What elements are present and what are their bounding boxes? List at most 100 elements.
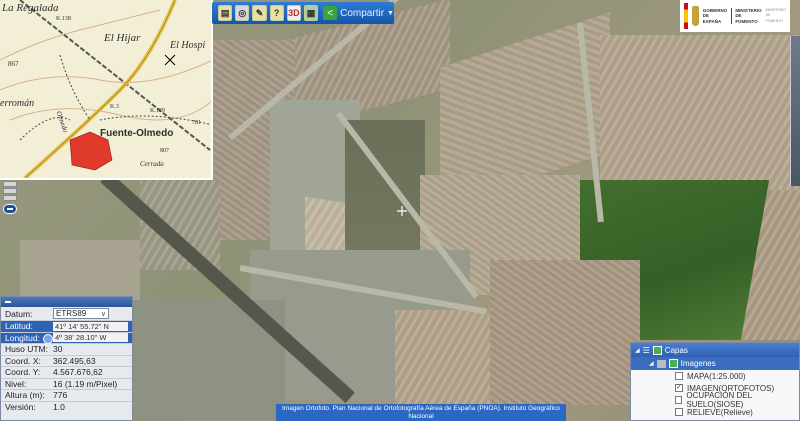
inset-label: K.138 xyxy=(56,16,71,22)
layer-group-label: Imagenes xyxy=(680,359,716,368)
zoom-step[interactable] xyxy=(3,195,17,201)
datum-label: Datum: xyxy=(5,308,33,319)
inset-label: 807 xyxy=(160,148,169,154)
layer-group-icon xyxy=(652,345,662,355)
version-row: Versión: 1.0 xyxy=(1,402,132,414)
home-button[interactable]: ◎ xyxy=(235,5,250,21)
coat-of-arms-icon xyxy=(691,6,699,26)
printer-icon: ▦ xyxy=(306,7,316,18)
datum-value: ETRS89 xyxy=(56,309,87,318)
share-label: Compartir xyxy=(340,7,385,19)
measure-button[interactable]: ✎ xyxy=(252,5,267,21)
inset-label: K.129 xyxy=(150,108,165,114)
version-value: 1.0 xyxy=(53,402,65,413)
info-button[interactable]: ? xyxy=(269,5,284,21)
latitude-label: Latitud: xyxy=(5,321,33,332)
top-toolbar: ▤ ◎ ✎ ? 3D ▦ < Compartir ▼ xyxy=(212,2,394,24)
share-button[interactable]: < Compartir ▼ xyxy=(323,6,394,20)
attribution-line: Imagen Ortofoto. Plan Nacional de Ortofo… xyxy=(282,405,560,412)
chevron-down-icon: ∨ xyxy=(100,310,106,318)
coords-header xyxy=(1,297,132,307)
latitude-row: Latitud: 41º 14' 55.72" N xyxy=(1,321,132,333)
zoom-slider[interactable] xyxy=(3,181,17,215)
latitude-value: 41º 14' 55.72" N xyxy=(53,321,128,331)
inset-label: Cerrada xyxy=(140,160,164,168)
datum-select[interactable]: ETRS89 ∨ xyxy=(53,308,109,319)
folder-icon xyxy=(656,359,666,368)
3d-icon: 3D xyxy=(288,8,300,18)
inset-label: El Hospi xyxy=(170,40,206,51)
datum-row: Datum: ETRS89 ∨ xyxy=(1,307,132,321)
logo-text-2: MINISTERIO DE FOMENTO xyxy=(731,7,762,25)
topo-lines xyxy=(0,0,211,178)
3d-button[interactable]: 3D xyxy=(286,5,301,21)
inset-topo-map[interactable]: La Regalada K.138 El Hijar El Hospi 867 … xyxy=(0,0,213,180)
side-panel-tab[interactable] xyxy=(790,36,800,186)
layers-button[interactable]: ▤ xyxy=(218,5,233,21)
map-field xyxy=(395,310,505,405)
coord-y-value: 4.567.676,62 xyxy=(53,367,103,378)
layer-item[interactable]: MAPA(1:25.000) xyxy=(631,370,799,382)
layer-label: MAPA(1:25.000) xyxy=(687,371,746,381)
layer-checkbox[interactable] xyxy=(675,372,683,380)
attribution-line: Nacional xyxy=(408,413,434,420)
coordinates-panel: Datum: ETRS89 ∨ Latitud: 41º 14' 55.72" … xyxy=(0,296,133,421)
ministry-logo[interactable]: GOBIERNO DE ESPAÑA MINISTERIO DE FOMENTO… xyxy=(680,0,790,32)
nivel-label: Nivel: xyxy=(5,378,27,389)
layer-label: OCUPACIÓN DEL SUELO(SIOSE) xyxy=(686,391,752,409)
share-icon: < xyxy=(323,6,338,20)
layer-item[interactable]: OCUPACIÓN DEL SUELO(SIOSE) xyxy=(631,391,799,409)
collapse-icon[interactable]: ◢ xyxy=(635,347,640,354)
ruler-icon: ✎ xyxy=(255,7,264,18)
inset-label: K.3 xyxy=(110,104,119,110)
nivel-row: Nivel: 16 (1.19 m/Pixel) xyxy=(1,378,132,390)
spain-flag-icon xyxy=(684,3,688,29)
longitude-value: 4º 38' 28.10" W xyxy=(53,333,128,343)
map-field xyxy=(600,35,800,200)
inset-label: El Hijar xyxy=(104,32,141,44)
layer-checkbox-checked[interactable]: ✓ xyxy=(675,384,683,392)
logo-line: DE FOMENTO xyxy=(735,13,758,24)
expand-icon[interactable]: ◢ xyxy=(649,360,654,367)
coord-x-value: 362.495,63 xyxy=(53,355,96,366)
layer-label: RELIEVE(Relieve) xyxy=(687,407,753,417)
question-icon: ? xyxy=(273,8,280,18)
longitude-row: Longitud: 4º 38' 28.10" W xyxy=(1,332,132,344)
layer-group-imagenes[interactable]: ◢ Imagenes xyxy=(631,357,799,370)
layers-stack-icon: ☰ xyxy=(642,345,650,355)
inset-label: Fuente-Olmedo xyxy=(100,128,174,139)
crosshair-cursor-icon xyxy=(397,206,407,216)
zoom-step[interactable] xyxy=(3,188,17,194)
minimize-icon[interactable] xyxy=(5,301,11,303)
layer-checkbox[interactable] xyxy=(675,408,683,416)
coords-drag-handle[interactable] xyxy=(43,334,53,344)
layer-checkbox[interactable] xyxy=(675,396,683,404)
huso-value: 30 xyxy=(53,344,63,355)
altura-value: 776 xyxy=(53,390,68,401)
layers-panel: ◢ ☰ Capas ◢ Imagenes MAPA(1:25.000) ✓ IM… xyxy=(630,342,800,421)
logo-text-1: GOBIERNO DE ESPAÑA xyxy=(703,8,728,25)
zoom-handle[interactable] xyxy=(3,204,17,214)
layer-group-icon xyxy=(668,359,678,368)
map-field xyxy=(490,260,640,405)
map-field xyxy=(20,240,140,300)
coord-x-label: Coord. X: xyxy=(5,355,41,366)
layers-icon: ▤ xyxy=(220,7,230,18)
altura-label: Altura (m): xyxy=(5,390,45,401)
version-label: Versión: xyxy=(5,402,36,413)
inset-label: La Regalada xyxy=(2,2,59,14)
coord-y-row: Coord. Y: 4.567.676,62 xyxy=(1,367,132,379)
huso-row: Huso UTM: 30 xyxy=(1,344,132,356)
altura-row: Altura (m): 776 xyxy=(1,390,132,402)
logo-text-3: MINISTERIO DE FOMENTO xyxy=(766,8,786,25)
layers-header[interactable]: ◢ ☰ Capas xyxy=(631,343,799,357)
coord-x-row: Coord. X: 362.495,63 xyxy=(1,355,132,367)
attribution-bar: Imagen Ortofoto. Plan Nacional de Ortofo… xyxy=(276,404,566,421)
inset-label: 867 xyxy=(8,60,19,68)
huso-label: Huso UTM: xyxy=(5,344,48,355)
print-button[interactable]: ▦ xyxy=(303,5,319,21)
inset-label: erromán xyxy=(0,98,35,109)
coord-y-label: Coord. Y: xyxy=(5,367,41,378)
zoom-step[interactable] xyxy=(3,181,17,187)
logo-line: DE ESPAÑA xyxy=(702,13,722,24)
